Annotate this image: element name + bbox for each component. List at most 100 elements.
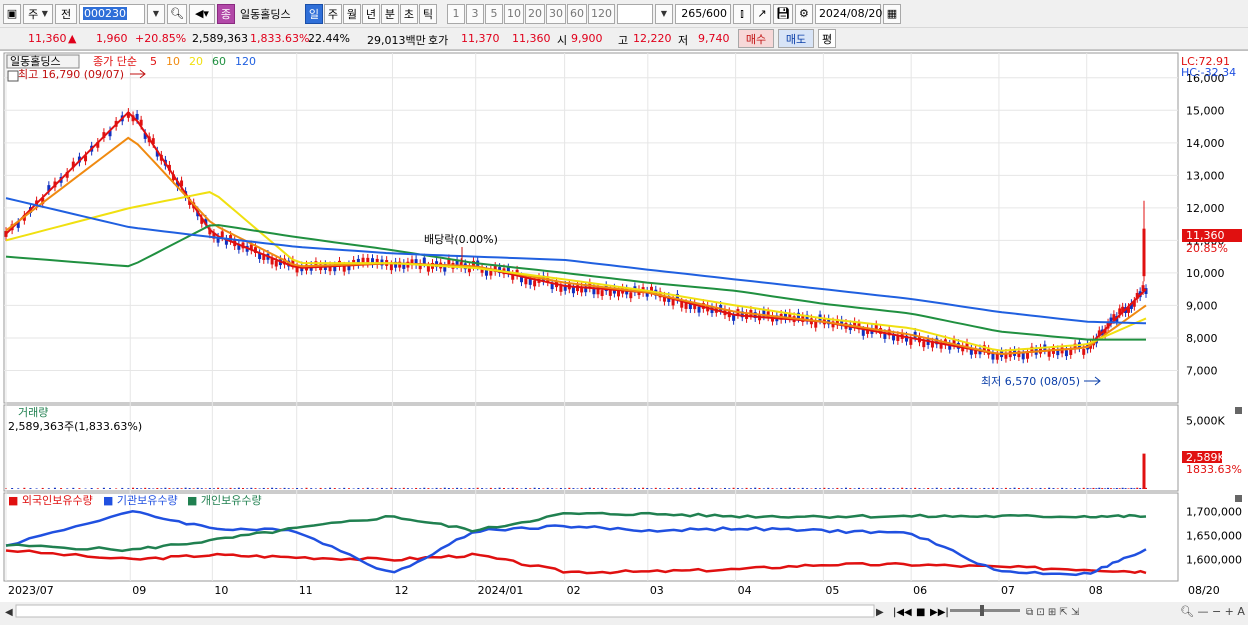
tab-period-3[interactable]: 년 xyxy=(362,4,380,24)
volume-bar xyxy=(638,488,640,489)
scroll-left-icon[interactable]: ◀ xyxy=(5,607,13,618)
y-tick-label: 9,000 xyxy=(1186,299,1218,312)
volume-bar xyxy=(1090,488,1092,489)
buy-button[interactable]: 매수 xyxy=(738,29,774,48)
stock-badge: 종 xyxy=(217,4,235,24)
volume-bar xyxy=(659,488,661,489)
interval-button-10[interactable]: 10 xyxy=(504,4,524,24)
gear-icon[interactable]: ⚙ xyxy=(795,4,813,24)
market-select[interactable]: 주 ▼ xyxy=(23,4,53,24)
candle-body xyxy=(1082,349,1085,355)
volume-bar xyxy=(597,488,599,489)
x-tick-label: 02 xyxy=(567,584,581,597)
custom-interval-input[interactable] xyxy=(617,4,653,24)
volume-bar xyxy=(1057,488,1059,489)
sell-button[interactable]: 매도 xyxy=(778,29,814,48)
volume-bar xyxy=(386,488,388,489)
volume-bar xyxy=(189,488,191,489)
volume-bar xyxy=(988,488,990,489)
chart-svg[interactable]: 16,00015,00014,00013,00012,00011,00010,0… xyxy=(0,51,1248,622)
holdings-y-tick: 1,700,000 xyxy=(1186,505,1242,518)
y-tick-label: 8,000 xyxy=(1186,332,1218,345)
interval-dropdown[interactable]: ▼ xyxy=(655,4,673,24)
open-label: 시 xyxy=(557,32,567,48)
volume-bar xyxy=(927,488,929,489)
chevron-down-icon: ▼ xyxy=(42,9,48,18)
zoom-slider-thumb[interactable] xyxy=(980,605,984,616)
candle-body xyxy=(685,303,688,309)
volume-bar xyxy=(477,488,479,489)
volume-bar xyxy=(468,488,470,489)
window-icon[interactable]: ▣ xyxy=(3,4,21,24)
count-input[interactable]: 265/600 xyxy=(675,4,731,24)
tab-period-0[interactable]: 일 xyxy=(305,4,323,24)
candle-body xyxy=(390,264,393,270)
volume-bar xyxy=(1031,488,1033,489)
volume-close-icon[interactable] xyxy=(1235,407,1242,414)
horizontal-scrollbar[interactable] xyxy=(16,605,874,617)
interval-buttons: 13510203060120 xyxy=(447,4,615,24)
chevron-down-icon: ▼ xyxy=(153,9,159,18)
candle-body xyxy=(1026,353,1029,359)
interval-button-20[interactable]: 20 xyxy=(525,4,545,24)
volume-bar xyxy=(646,488,648,489)
volume-bar xyxy=(103,488,105,489)
speaker-icon[interactable]: ◀︎▾ xyxy=(189,4,215,24)
volume-bar xyxy=(403,488,405,489)
tab-period-2[interactable]: 월 xyxy=(343,4,361,24)
volume-bar xyxy=(234,488,236,489)
x-tick-label: 04 xyxy=(738,584,752,597)
tools-icon[interactable]: ⧉ ⊡ ⊞ ⇱ ⇲ xyxy=(1026,607,1080,618)
save-icon[interactable]: 💾︎ xyxy=(773,4,793,24)
code-dropdown[interactable]: ▼ xyxy=(147,4,165,24)
table-icon[interactable] xyxy=(8,71,18,81)
interval-button-120[interactable]: 120 xyxy=(588,4,615,24)
search-icon[interactable]: 🔍︎ xyxy=(167,4,187,24)
zoom-slider[interactable] xyxy=(950,609,1020,612)
candle-body xyxy=(698,307,701,313)
volume-bar xyxy=(464,488,466,489)
volume-bar xyxy=(1027,488,1029,489)
volume-bar xyxy=(560,488,562,489)
interval-button-30[interactable]: 30 xyxy=(546,4,566,24)
volume-bar xyxy=(918,488,920,489)
volume-bar xyxy=(823,488,825,489)
scroll-right-icon[interactable]: ▶ xyxy=(876,607,884,618)
volume-bar xyxy=(1048,488,1050,489)
calendar-icon[interactable]: ▦ xyxy=(883,4,901,24)
volume-bar xyxy=(339,488,341,489)
holdings-close-icon[interactable] xyxy=(1235,495,1242,502)
interval-button-5[interactable]: 5 xyxy=(485,4,503,24)
volume-bar xyxy=(357,488,359,489)
eval-button[interactable]: 평 xyxy=(818,29,836,48)
volume-bar xyxy=(875,488,877,489)
y-tick-label: 7,000 xyxy=(1186,364,1218,377)
stop-icon[interactable]: ■ xyxy=(916,607,925,618)
candle-body xyxy=(996,354,999,360)
play-icon[interactable]: ▶▶| xyxy=(930,607,949,618)
volume-bar xyxy=(1018,488,1020,489)
zoom-controls-icon[interactable]: 🔍︎ — − + A xyxy=(1180,605,1245,618)
candle-body xyxy=(909,339,912,345)
prev-button[interactable]: 전 xyxy=(55,4,77,24)
tab-period-1[interactable]: 주 xyxy=(324,4,342,24)
date-input[interactable]: 2024/08/20 xyxy=(815,4,881,24)
tab-period-5[interactable]: 초 xyxy=(400,4,418,24)
volume-bar xyxy=(503,488,505,489)
first-icon[interactable]: |◀◀ xyxy=(893,607,912,618)
volume-bar xyxy=(681,488,683,489)
interval-button-1[interactable]: 1 xyxy=(447,4,465,24)
draw-icon[interactable]: ↗ xyxy=(753,4,771,24)
volume-bar xyxy=(1130,488,1132,489)
volume-bar xyxy=(871,488,873,489)
volume-bar xyxy=(707,488,709,489)
tab-period-6[interactable]: 틱 xyxy=(419,4,437,24)
interval-button-60[interactable]: 60 xyxy=(567,4,587,24)
stock-code-input[interactable]: 000230 xyxy=(79,4,145,24)
candle-icon[interactable]: ⫾ xyxy=(733,4,751,24)
interval-button-3[interactable]: 3 xyxy=(466,4,484,24)
chart-area[interactable]: 16,00015,00014,00013,00012,00011,00010,0… xyxy=(0,50,1248,621)
volume-bar xyxy=(66,488,68,489)
volume-bar xyxy=(689,488,691,489)
tab-period-4[interactable]: 분 xyxy=(381,4,399,24)
